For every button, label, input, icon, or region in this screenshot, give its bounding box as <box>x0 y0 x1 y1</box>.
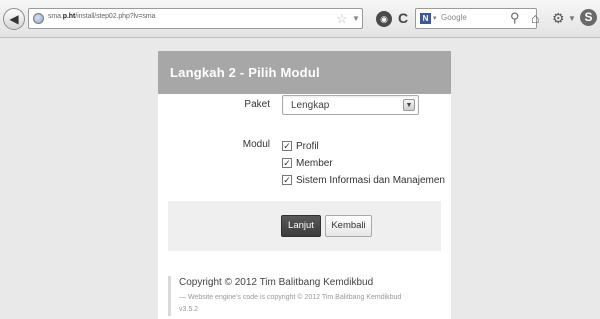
module-label-member: Member <box>296 158 333 170</box>
search-engine-dropdown-icon[interactable]: ▾ <box>433 14 437 22</box>
back-arrow-icon: ◀ <box>9 12 19 26</box>
install-panel: Langkah 2 - Pilih Modul Paket Lengkap ▼ … <box>158 51 451 319</box>
skype-icon[interactable]: S <box>580 9 597 26</box>
address-bar[interactable]: sma.p.ht/install/step02.php?lv=sma <box>28 8 363 29</box>
module-checkbox-member[interactable]: ✓ <box>282 157 292 168</box>
lanjut-button[interactable]: Lanjut <box>281 215 321 237</box>
module-checkbox-sim[interactable]: ✓ <box>282 174 292 185</box>
paket-select[interactable]: Lengkap ▼ <box>282 95 419 115</box>
form-actions: Lanjut Kembali <box>168 201 441 251</box>
browser-toolbar: ◀ sma.p.ht/install/step02.php?lv=sma ☆ ▼… <box>0 0 600 38</box>
search-icon[interactable]: ⚲ <box>510 10 520 26</box>
version-text: v3.5.2 <box>179 306 199 313</box>
paket-label: Paket <box>244 99 270 110</box>
globe-icon <box>33 13 44 24</box>
bookmark-star-icon[interactable]: ☆ <box>336 11 348 27</box>
search-engine-icon[interactable]: N <box>420 13 431 24</box>
url-text: sma.p.ht/install/step02.php?lv=sma <box>48 13 155 20</box>
copyright-text: Copyright © 2012 Tim Balitbang Kemdikbud <box>179 277 374 288</box>
module-checkbox-profil[interactable]: ✓ <box>282 140 292 151</box>
gear-icon[interactable]: ⚙ <box>552 10 565 27</box>
url-host: p.ht <box>62 13 76 20</box>
home-icon[interactable]: ⌂ <box>531 10 539 26</box>
chevron-down-icon[interactable]: ▼ <box>403 99 415 111</box>
module-option-sim[interactable]: ✓ Sistem Informasi dan Manajemen <box>282 172 445 186</box>
engine-copyright-note: — Website engine's code is copyright © 2… <box>179 294 402 301</box>
search-placeholder: Google <box>441 13 467 22</box>
kembali-button[interactable]: Kembali <box>325 215 372 237</box>
module-option-profil[interactable]: ✓ Profil <box>282 138 319 152</box>
module-label-sim: Sistem Informasi dan Manajemen <box>296 175 445 187</box>
url-history-dropdown-icon[interactable]: ▼ <box>352 14 360 23</box>
menu-dropdown-icon[interactable]: ▼ <box>568 14 576 23</box>
page-title: Langkah 2 - Pilih Modul <box>170 65 320 80</box>
panel-header: Langkah 2 - Pilih Modul <box>158 51 451 94</box>
modul-label: Modul <box>242 139 270 150</box>
adblock-icon[interactable]: ◉ <box>376 11 392 27</box>
reload-icon[interactable]: C <box>398 10 408 26</box>
back-button[interactable]: ◀ <box>3 8 25 30</box>
module-option-member[interactable]: ✓ Member <box>282 155 333 169</box>
paket-select-value: Lengkap <box>291 100 330 111</box>
module-label-profil: Profil <box>296 141 319 153</box>
url-prefix: sma. <box>48 13 63 20</box>
url-path: /install/step02.php?lv=sma <box>75 13 156 20</box>
footer: Copyright © 2012 Tim Balitbang Kemdikbud… <box>168 276 441 316</box>
